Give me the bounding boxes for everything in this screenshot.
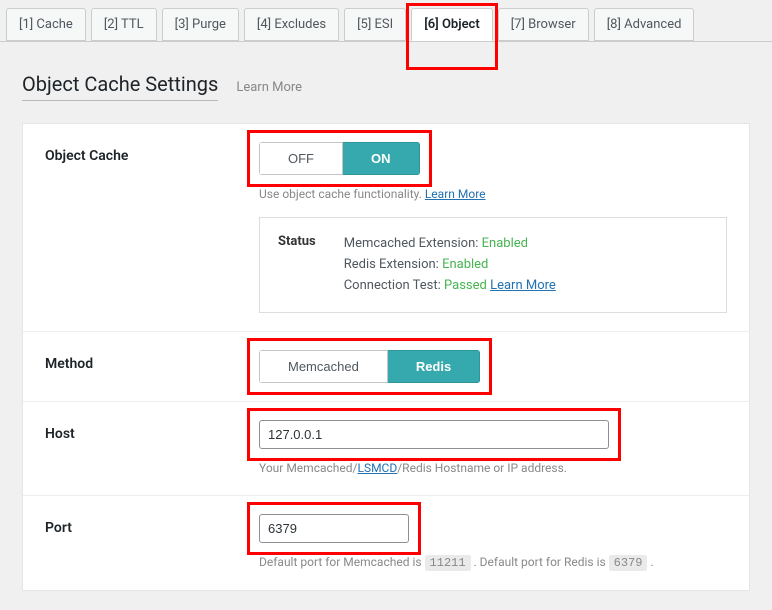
- host-label: Host: [45, 420, 259, 442]
- tab-ttl[interactable]: [2] TTL: [91, 8, 157, 41]
- object-cache-toggle: OFF ON: [259, 142, 420, 175]
- status-memcached-value: Enabled: [482, 236, 528, 251]
- status-box: Status Memcached Extension: Enabled Redi…: [259, 217, 727, 313]
- status-redis-label: Redis Extension:: [344, 257, 442, 272]
- method-label: Method: [45, 350, 259, 372]
- tab-object[interactable]: [6] Object: [411, 8, 493, 41]
- tab-purge[interactable]: [3] Purge: [162, 8, 239, 41]
- method-redis-button[interactable]: Redis: [388, 350, 480, 383]
- lsmcd-link[interactable]: LSMCD: [357, 461, 397, 475]
- page-title: Object Cache Settings: [22, 72, 218, 101]
- tab-cache[interactable]: [1] Cache: [6, 8, 86, 41]
- object-cache-on-button[interactable]: ON: [343, 142, 420, 175]
- redis-default-port: 6379: [609, 555, 648, 571]
- port-input[interactable]: [259, 514, 409, 543]
- object-cache-off-button[interactable]: OFF: [259, 142, 343, 175]
- learn-more-link[interactable]: Learn More: [236, 80, 302, 95]
- object-cache-learn-more-link[interactable]: Learn More: [425, 187, 486, 201]
- status-learn-more-link[interactable]: Learn More: [490, 278, 556, 293]
- memcached-default-port: 11211: [425, 555, 471, 571]
- object-cache-desc: Use object cache functionality. Learn Mo…: [259, 185, 727, 203]
- settings-tabs: [1] Cache [2] TTL [3] Purge [4] Excludes…: [0, 0, 772, 42]
- status-redis-value: Enabled: [442, 257, 488, 272]
- host-input[interactable]: [259, 420, 609, 449]
- object-cache-label: Object Cache: [45, 142, 259, 164]
- port-label: Port: [45, 514, 259, 536]
- settings-panel: Object Cache OFF ON Use object cache fun…: [22, 123, 750, 591]
- method-memcached-button[interactable]: Memcached: [259, 350, 388, 383]
- tab-esi[interactable]: [5] ESI: [344, 8, 406, 41]
- host-desc: Your Memcached/LSMCD/Redis Hostname or I…: [259, 459, 727, 477]
- tab-excludes[interactable]: [4] Excludes: [244, 8, 339, 41]
- tab-browser[interactable]: [7] Browser: [498, 8, 589, 41]
- status-memcached-label: Memcached Extension:: [344, 236, 482, 251]
- status-conn-label: Connection Test:: [344, 278, 444, 293]
- tab-advanced[interactable]: [8] Advanced: [594, 8, 695, 41]
- port-desc: Default port for Memcached is 11211 . De…: [259, 553, 727, 572]
- method-toggle: Memcached Redis: [259, 350, 480, 383]
- status-conn-value: Passed: [444, 278, 487, 293]
- status-label: Status: [278, 234, 316, 249]
